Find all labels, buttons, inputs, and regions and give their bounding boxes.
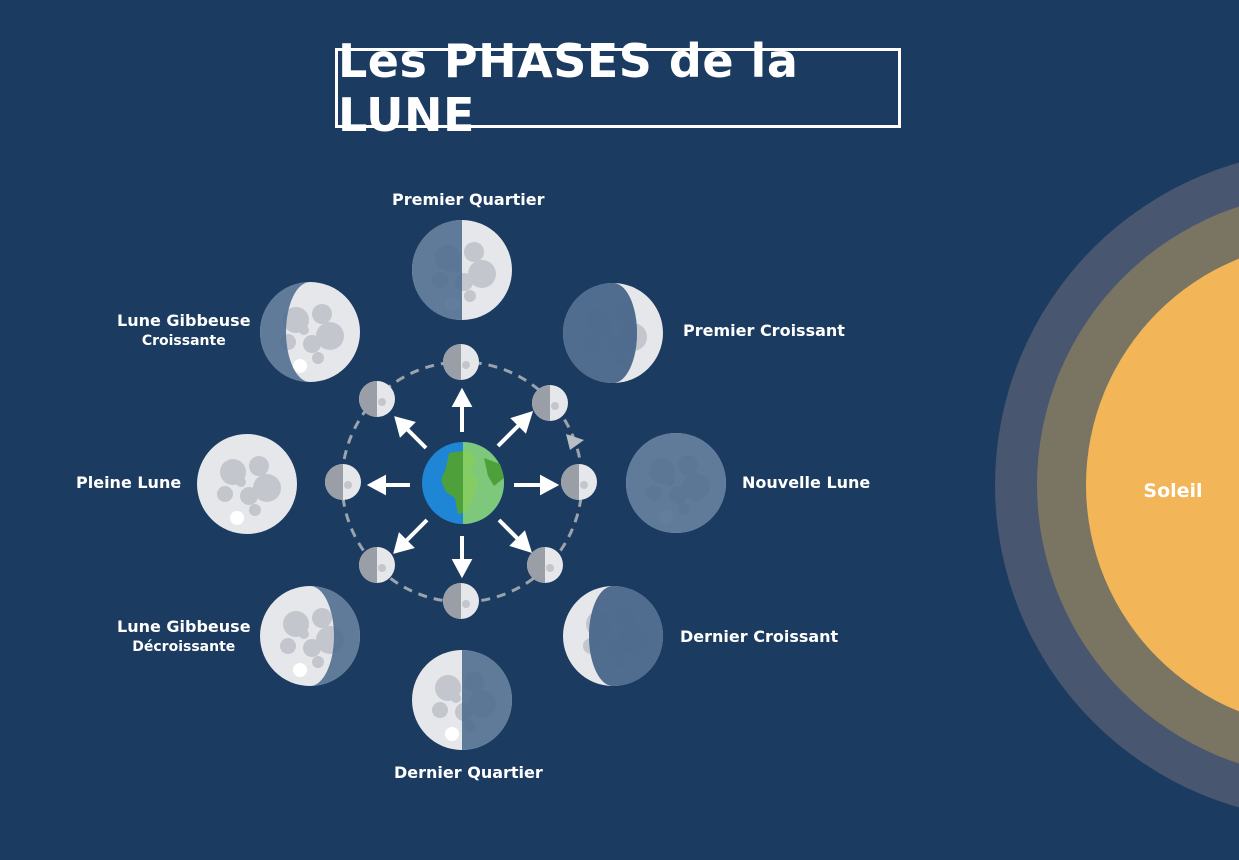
orbit-moon-upper-right	[532, 385, 568, 421]
orbit-moon-lower-right	[527, 547, 563, 583]
orbit-moon-lower-left	[359, 547, 395, 583]
label-premier-quartier: Premier Quartier	[392, 190, 545, 210]
label-line: Lune Gibbeuse	[117, 617, 251, 636]
sun-label: Soleil	[1143, 480, 1202, 502]
page-title: Les PHASES de la LUNE	[335, 34, 901, 142]
orbit-moon-bottom	[443, 583, 479, 619]
label-subline: Décroissante	[132, 639, 236, 655]
label-dernier-croissant: Dernier Croissant	[680, 627, 838, 647]
label-line: Lune Gibbeuse	[117, 311, 251, 330]
orbit-moon-left	[325, 464, 361, 500]
orbit-moon-upper-left	[359, 381, 395, 417]
label-dernier-quartier: Dernier Quartier	[394, 763, 543, 783]
label-gibbeuse-decroissante: Lune Gibbeuse Décroissante	[117, 617, 251, 657]
label-nouvelle-lune: Nouvelle Lune	[742, 473, 870, 493]
label-gibbeuse-croissante: Lune Gibbeuse Croissante	[117, 311, 251, 351]
moon-premier-croissant	[563, 283, 663, 383]
orbit-moon-top	[443, 344, 479, 380]
orbit-direction-arrow	[566, 434, 584, 450]
label-line: Dernier Quartier	[394, 763, 543, 782]
moon-dernier-croissant	[563, 586, 663, 686]
moon-gibbeuse-croissante	[260, 282, 360, 382]
label-line: Pleine Lune	[76, 473, 182, 492]
label-subline: Croissante	[141, 333, 226, 349]
moon-gibbeuse-decroissante	[260, 586, 360, 686]
moon-pleine-lune	[197, 434, 297, 534]
moon-phases-diagram: Soleil Les PHASES de la LUNE Premier Qua…	[0, 0, 1239, 860]
label-line: Premier Quartier	[392, 190, 545, 209]
label-premier-croissant: Premier Croissant	[683, 321, 845, 341]
label-line: Dernier Croissant	[680, 627, 839, 646]
label-line: Nouvelle Lune	[742, 473, 871, 492]
earth	[422, 442, 504, 524]
moon-premier-quartier	[412, 220, 512, 320]
orbit-moon-right	[561, 464, 597, 500]
moon-nouvelle-lune	[626, 433, 726, 533]
moon-dernier-quartier	[412, 650, 512, 750]
label-line: Premier Croissant	[683, 321, 845, 340]
label-pleine-lune: Pleine Lune	[76, 473, 181, 493]
